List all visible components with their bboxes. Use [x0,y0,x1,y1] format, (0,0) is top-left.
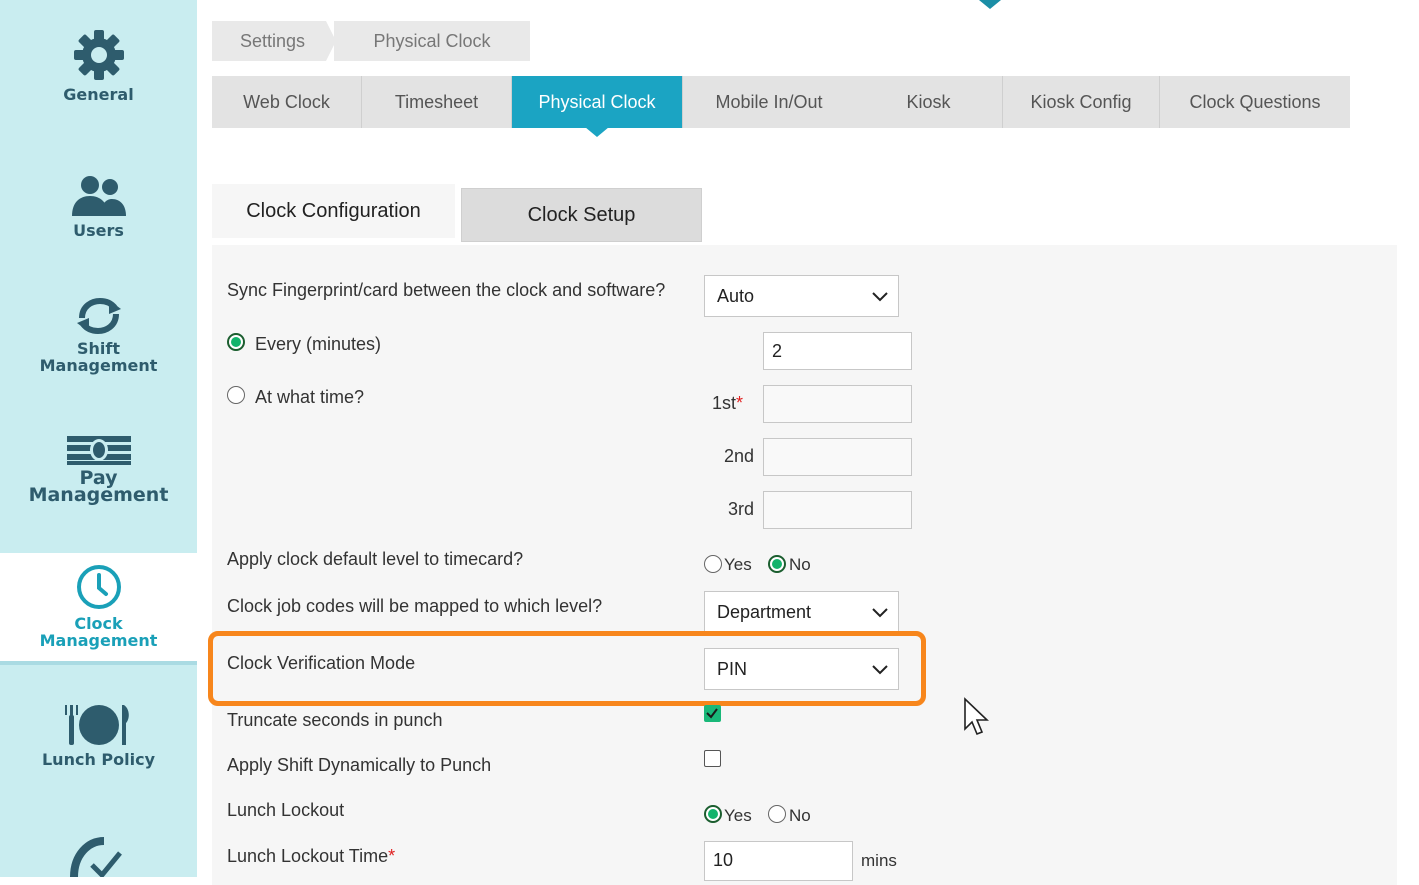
sync-select[interactable]: Auto [704,275,899,317]
breadcrumb-settings[interactable]: Settings [212,21,326,61]
lunch-lockout-yes-label: Yes [724,806,752,825]
tab-bar: Web Clock Timesheet Physical Clock Mobil… [212,76,1350,137]
first-time-input[interactable] [763,385,912,423]
tab-mobile-in-out[interactable]: Mobile In/Out [683,76,855,128]
breadcrumb-physical-clock[interactable]: Physical Clock [334,21,530,61]
lunch-lockout-no-radio[interactable] [768,805,786,823]
lunch-icon [64,705,129,745]
first-time-text: 1st [712,393,737,413]
sidebar: General Users Shift Management Pay Manag… [0,0,197,877]
tab-kiosk[interactable]: Kiosk [855,76,1003,128]
apply-default-no-radio[interactable] [768,555,786,573]
clock-icon [76,565,121,609]
required-mark: * [736,393,744,413]
sidebar-item-users[interactable]: Users [0,174,197,239]
chevron-down-icon [872,608,888,618]
tab-physical-clock[interactable]: Physical Clock [512,76,683,137]
sidebar-item-lunch-policy[interactable]: Lunch Policy [0,703,197,768]
top-caret-icon [979,0,1001,9]
sidebar-label-users: Users [73,221,124,240]
apply-default-yes-label: Yes [724,555,752,574]
apply-shift-checkbox[interactable] [704,750,721,767]
sidebar-item-clock-management[interactable]: Clock Management [0,553,197,665]
sync-select-value: Auto [717,286,755,306]
truncate-seconds-label: Truncate seconds in punch [227,710,443,730]
tab-timesheet[interactable]: Timesheet [362,76,512,128]
second-time-input[interactable] [763,438,912,476]
lunch-lockout-time-text: Lunch Lockout Time [227,846,389,866]
sidebar-label-general: General [63,85,134,104]
chevron-down-icon [872,292,888,302]
tab-clock-questions[interactable]: Clock Questions [1160,76,1350,128]
checkmark-icon [706,708,718,719]
job-codes-select-value: Department [717,602,812,622]
refresh-icon [76,297,121,335]
truncate-seconds-checkbox[interactable] [704,705,721,722]
second-time-label: 2nd [724,446,755,466]
mouse-pointer-icon [964,697,989,736]
partial-icon [70,837,122,877]
tab-kiosk-config[interactable]: Kiosk Config [1003,76,1160,128]
verification-mode-highlight [208,631,926,706]
lunch-lockout-time-label: Lunch Lockout Time* [227,846,395,867]
sidebar-label-pay-2: Management [28,484,169,506]
every-minutes-input[interactable]: 2 [763,332,912,370]
lunch-lockout-yes-radio[interactable] [704,805,722,823]
apply-default-no-label: No [789,555,811,574]
sidebar-item-pay-management[interactable]: Pay Management [0,432,197,506]
sidebar-label-clock-2: Management [39,631,158,650]
lunch-lockout-label: Lunch Lockout [227,800,345,820]
sidebar-label-clock: Clock [74,614,123,633]
every-minutes-label: Every (minutes) [255,334,382,354]
third-time-input[interactable] [763,491,912,529]
subtab-clock-setup[interactable]: Clock Setup [461,188,702,242]
sidebar-label-shift-2: Management [39,356,158,375]
mins-label: mins [861,851,897,870]
every-minutes-radio[interactable] [227,333,245,351]
gear-icon [73,30,124,80]
job-codes-label: Clock job codes will be mapped to which … [227,596,603,616]
apply-shift-label: Apply Shift Dynamically to Punch [227,755,492,775]
users-icon [71,176,126,216]
sync-label: Sync Fingerprint/card between the clock … [227,280,666,300]
apply-default-label: Apply clock default level to timecard? [227,549,524,569]
at-what-time-label: At what time? [255,387,365,407]
at-what-time-radio[interactable] [227,386,245,404]
lunch-lockout-time-input[interactable]: 10 [704,841,853,881]
sidebar-item-general[interactable]: General [0,28,197,103]
job-codes-select[interactable]: Department [704,591,899,633]
lunch-lockout-no-label: No [789,806,811,825]
money-icon [66,436,131,465]
subtab-clock-configuration[interactable]: Clock Configuration [212,184,455,238]
breadcrumb-chevron-icon [326,21,336,61]
tab-web-clock[interactable]: Web Clock [212,76,362,128]
sidebar-label-shift: Shift [76,339,120,358]
third-time-label: 3rd [728,499,755,519]
first-time-label: 1st* [712,393,743,414]
sidebar-item-shift-management[interactable]: Shift Management [0,296,197,374]
sidebar-label-lunch: Lunch Policy [41,750,156,769]
required-mark: * [388,846,396,866]
apply-default-yes-radio[interactable] [704,555,722,573]
